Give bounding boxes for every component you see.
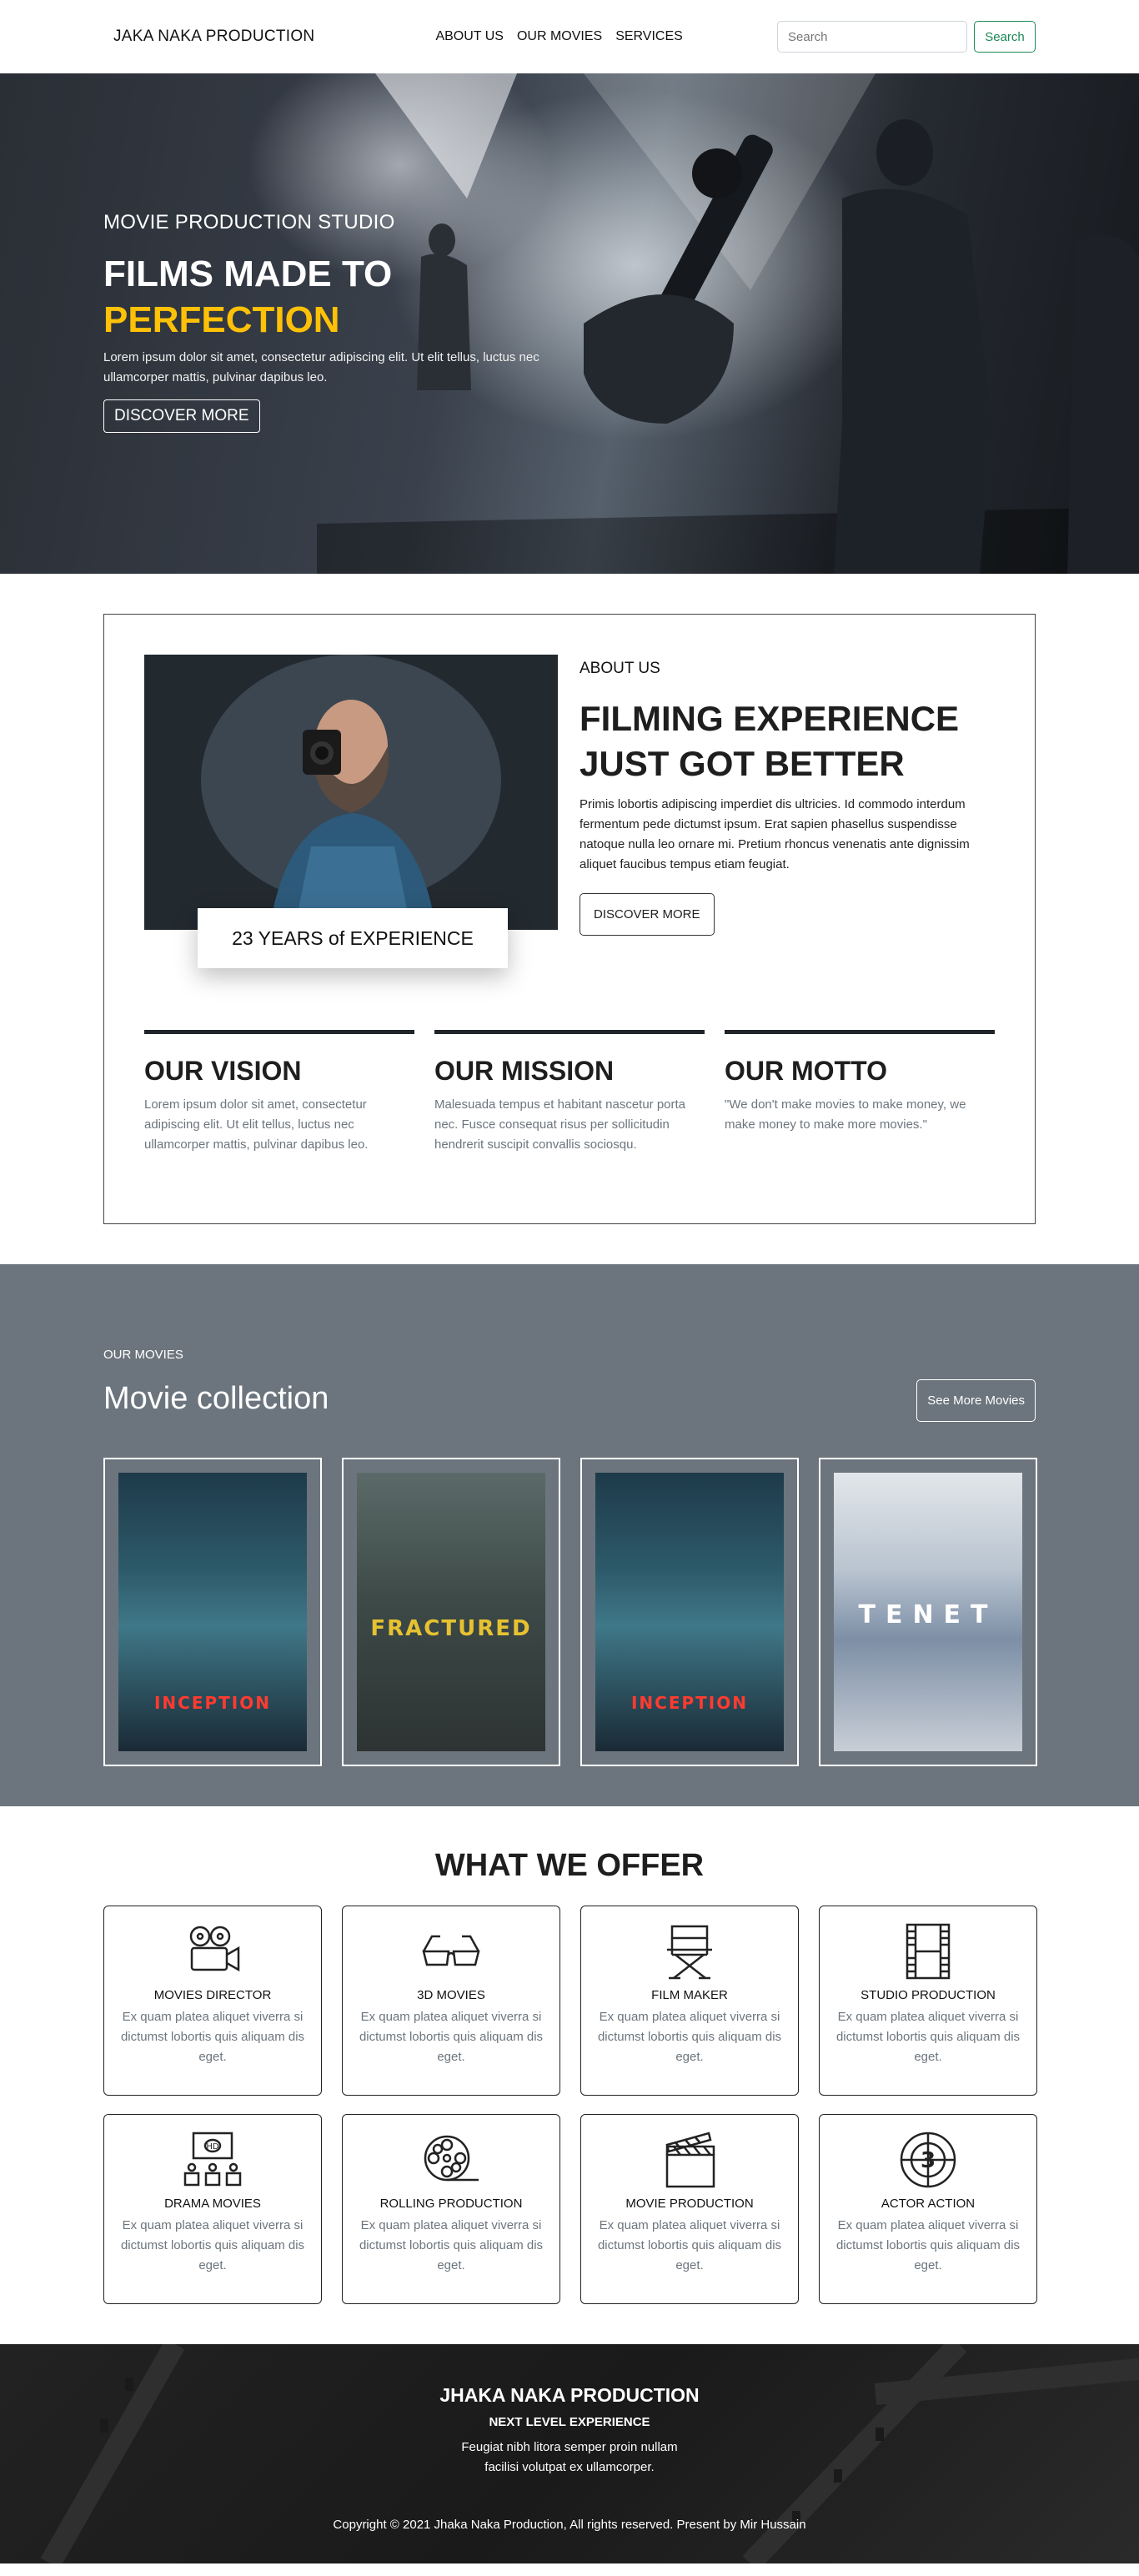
hero-title: FILMS MADE TO PERFECTION xyxy=(103,251,587,343)
offer-name: 3D MOVIES xyxy=(417,1988,485,2002)
navbar: JAKA NAKA PRODUCTION ABOUT US OUR MOVIES… xyxy=(0,0,1139,73)
movie-camera-icon xyxy=(189,1926,240,1972)
about-discover-more-button[interactable]: DISCOVER MORE xyxy=(580,893,715,936)
hero-kicker: MOVIE PRODUCTION STUDIO xyxy=(103,211,395,233)
hero-section: MOVIE PRODUCTION STUDIO FILMS MADE TO PE… xyxy=(0,73,1139,574)
offer-name: MOVIES DIRECTOR xyxy=(153,1988,272,2002)
svg-text:3: 3 xyxy=(921,2148,936,2173)
offer-card-rolling-production[interactable]: ROLLING PRODUCTION Ex quam platea alique… xyxy=(342,2114,560,2304)
nav-links: ABOUT US OUR MOVIES SERVICES xyxy=(435,29,682,44)
about-section: 23 YEARS of EXPERIENCE ABOUT US FILMING … xyxy=(0,574,1139,1264)
clapperboard-icon xyxy=(665,2132,715,2188)
footer-subtitle: NEXT LEVEL EXPERIENCE xyxy=(489,2415,650,2429)
hero-title-line1: FILMS MADE TO xyxy=(103,254,393,294)
motto-text: "We don't make movies to make money, we … xyxy=(725,1097,966,1132)
mission-text: Malesuada tempus et habitant nascetur po… xyxy=(434,1097,686,1152)
movie-poster-inception: INCEPTION xyxy=(118,1473,307,1751)
offer-title: WHAT WE OFFER xyxy=(434,1848,705,1883)
movies-kicker: OUR MOVIES xyxy=(103,1348,183,1362)
offer-name: DRAMA MOVIES xyxy=(164,2197,261,2211)
movies-section: OUR MOVIES Movie collection See More Mov… xyxy=(0,1264,1139,1806)
offer-name: ROLLING PRODUCTION xyxy=(379,2197,523,2211)
footer-title: JHAKA NAKA PRODUCTION xyxy=(439,2384,700,2406)
mission-title: OUR MISSION xyxy=(434,1056,615,1086)
svg-text:HD: HD xyxy=(206,2142,219,2152)
movie-poster-fractured: FRACTURED xyxy=(357,1473,545,1751)
poster-title: TENET xyxy=(858,1600,998,1629)
vision-title: OUR VISION xyxy=(144,1056,302,1086)
experience-card: 23 YEARS of EXPERIENCE xyxy=(198,908,508,968)
about-box: 23 YEARS of EXPERIENCE ABOUT US FILMING … xyxy=(103,614,1036,1224)
offer-card-movie-production[interactable]: MOVIE PRODUCTION Ex quam platea aliquet … xyxy=(580,2114,799,2304)
offer-text: Ex quam platea aliquet viverra si dictum… xyxy=(835,2218,1021,2272)
nav-link-services[interactable]: SERVICES xyxy=(615,29,683,44)
mission-column: OUR MISSION Malesuada tempus et habitant… xyxy=(434,1030,705,1155)
footer-copyright: Copyright © 2021 Jhaka Naka Production, … xyxy=(333,2518,806,2532)
hero-description: Lorem ipsum dolor sit amet, consectetur … xyxy=(103,350,539,384)
vision-column: OUR VISION Lorem ipsum dolor sit amet, c… xyxy=(144,1030,414,1155)
poster-title: INCEPTION xyxy=(153,1693,271,1713)
movie-card[interactable]: INCEPTION xyxy=(103,1458,322,1766)
motto-title: OUR MOTTO xyxy=(725,1056,887,1086)
hero-content: MOVIE PRODUCTION STUDIO FILMS MADE TO PE… xyxy=(103,211,587,433)
offer-card-film-maker[interactable]: FILM MAKER Ex quam platea aliquet viverr… xyxy=(580,1906,799,2096)
movie-card[interactable]: INCEPTION xyxy=(580,1458,799,1766)
offer-card-3d-movies[interactable]: 3D MOVIES Ex quam platea aliquet viverra… xyxy=(342,1906,560,2096)
vision-text: Lorem ipsum dolor sit amet, consectetur … xyxy=(144,1097,369,1152)
search-input[interactable] xyxy=(777,21,967,53)
offer-name: STUDIO PRODUCTION xyxy=(861,1988,996,2002)
nav-link-our-movies[interactable]: OUR MOVIES xyxy=(517,29,602,44)
vision-mission-motto: OUR VISION Lorem ipsum dolor sit amet, c… xyxy=(144,1030,995,1155)
director-chair-icon xyxy=(667,1925,712,1980)
see-more-movies-button[interactable]: See More Movies xyxy=(916,1379,1036,1422)
about-title: FILMING EXPERIENCE JUST GOT BETTER xyxy=(580,699,960,783)
search-button[interactable]: Search xyxy=(974,21,1036,53)
about-text: Primis lobortis adipiscing imperdiet dis… xyxy=(580,797,970,871)
brand-logo[interactable]: JAKA NAKA PRODUCTION xyxy=(113,28,314,46)
offer-card-drama-movies[interactable]: HD DRAMA MOVIES Ex quam platea aliquet v… xyxy=(103,2114,322,2304)
offer-grid: MOVIES DIRECTOR Ex quam platea aliquet v… xyxy=(103,1906,1037,2304)
offer-text: Ex quam platea aliquet viverra si dictum… xyxy=(359,2010,544,2064)
poster-title: FRACTURED xyxy=(370,1616,532,1641)
movie-poster-tenet: TENET xyxy=(834,1473,1022,1751)
hd-screen-icon: HD xyxy=(183,2132,242,2187)
film-reel-icon xyxy=(424,2135,479,2182)
poster-title: INCEPTION xyxy=(630,1693,748,1713)
countdown-icon: 3 xyxy=(900,2132,956,2188)
offer-name: FILM MAKER xyxy=(651,1988,728,2002)
offer-text: Ex quam platea aliquet viverra si dictum… xyxy=(359,2218,544,2272)
offer-name: ACTOR ACTION xyxy=(881,2197,976,2211)
offer-card-actor-action[interactable]: 3 ACTOR ACTION Ex quam platea aliquet vi… xyxy=(819,2114,1037,2304)
movie-posters: INCEPTION FRACTURED INCEPTION TENET xyxy=(103,1458,1037,1766)
movie-card[interactable]: TENET xyxy=(819,1458,1037,1766)
nav-link-about-us[interactable]: ABOUT US xyxy=(435,29,504,44)
3d-glasses-icon xyxy=(422,1935,480,1966)
movie-poster-inception: INCEPTION xyxy=(595,1473,784,1751)
offer-text: Ex quam platea aliquet viverra si dictum… xyxy=(597,2218,782,2272)
footer-content: JHAKA NAKA PRODUCTION NEXT LEVEL EXPERIE… xyxy=(0,2344,1139,2532)
about-content: ABOUT US FILMING EXPERIENCE JUST GOT BET… xyxy=(580,660,996,936)
hero-title-line2: PERFECTION xyxy=(103,299,340,340)
offer-card-movies-director[interactable]: MOVIES DIRECTOR Ex quam platea aliquet v… xyxy=(103,1906,322,2096)
offer-text: Ex quam platea aliquet viverra si dictum… xyxy=(597,2010,782,2064)
motto-column: OUR MOTTO "We don't make movies to make … xyxy=(725,1030,995,1155)
offer-name: MOVIE PRODUCTION xyxy=(625,2197,754,2211)
footer: JHAKA NAKA PRODUCTION NEXT LEVEL EXPERIE… xyxy=(0,2344,1139,2563)
offer-text: Ex quam platea aliquet viverra si dictum… xyxy=(120,2218,305,2272)
footer-description: Feugiat nibh litora semper proin nullam … xyxy=(461,2440,678,2474)
hero-discover-more-button[interactable]: DISCOVER MORE xyxy=(103,399,260,433)
offer-section: WHAT WE OFFER MOVIES DIRECTOR Ex quam pl… xyxy=(0,1806,1139,2344)
about-kicker: ABOUT US xyxy=(580,660,660,677)
offer-text: Ex quam platea aliquet viverra si dictum… xyxy=(835,2010,1021,2064)
film-strip-icon xyxy=(906,1923,951,1980)
cameraman-photo xyxy=(144,655,558,930)
movies-title: Movie collection xyxy=(103,1381,329,1416)
offer-text: Ex quam platea aliquet viverra si dictum… xyxy=(120,2010,305,2064)
offer-card-studio-production[interactable]: STUDIO PRODUCTION Ex quam platea aliquet… xyxy=(819,1906,1037,2096)
search-form: Search xyxy=(777,21,1036,53)
movie-card[interactable]: FRACTURED xyxy=(342,1458,560,1766)
